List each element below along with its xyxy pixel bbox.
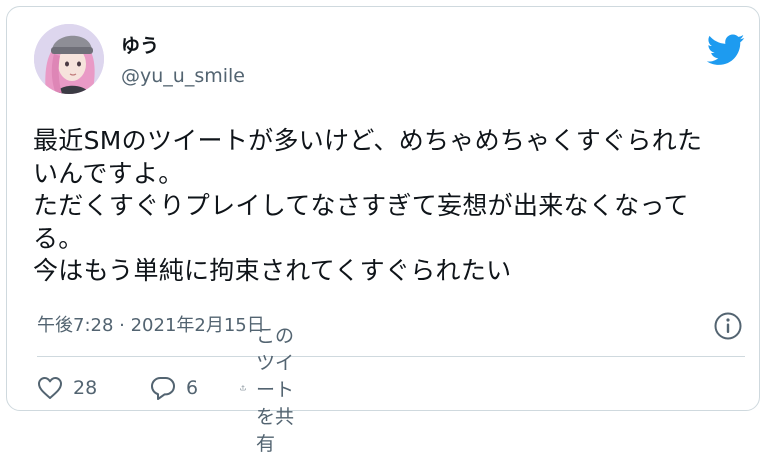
like-button[interactable]: 28 xyxy=(37,373,97,403)
avatar-illustration xyxy=(34,24,104,94)
display-name[interactable]: ゆう xyxy=(121,37,159,56)
like-count: 28 xyxy=(73,377,98,399)
reply-count: 6 xyxy=(186,377,199,399)
divider xyxy=(37,356,745,357)
avatar[interactable] xyxy=(34,24,104,94)
twitter-bird-icon[interactable] xyxy=(707,34,745,66)
reply-bubble-icon xyxy=(151,377,175,400)
tweet-card[interactable]: ゆう @yu_u_smile 最近SMのツイートが多いけど、めちゃめちゃくすぐら… xyxy=(6,6,760,455)
tweet-text: 最近SMのツイートが多いけど、めちゃめちゃくすぐられた いんですよ。 ただくすぐ… xyxy=(33,126,703,285)
heart-icon xyxy=(38,377,62,399)
user-handle[interactable]: @yu_u_smile xyxy=(121,67,245,86)
reply-button[interactable]: 6 xyxy=(150,373,198,403)
share-icon xyxy=(240,385,246,391)
info-icon[interactable] xyxy=(713,311,743,341)
share-button[interactable]: このツイートを共有 xyxy=(240,325,295,455)
tweet-timestamp[interactable]: 午後7:28 · 2021年2月15日 xyxy=(37,317,265,335)
share-label: このツイートを共有 xyxy=(255,324,294,455)
